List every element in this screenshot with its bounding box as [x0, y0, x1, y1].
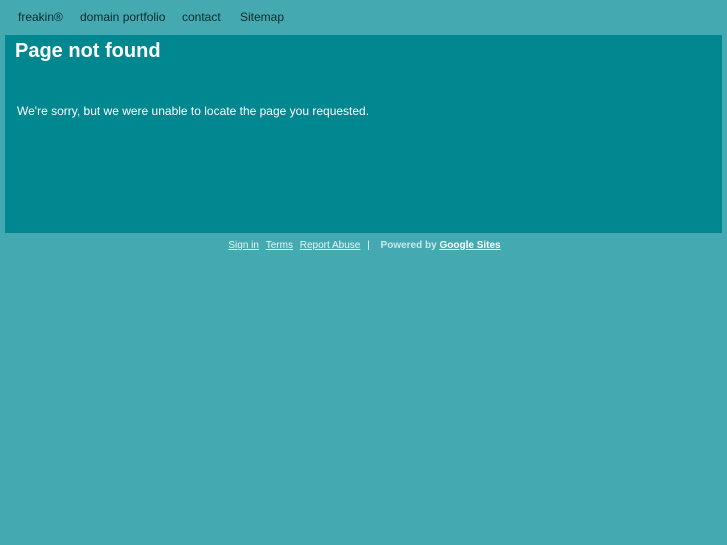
terms-link[interactable]: Terms [266, 240, 293, 251]
google-sites-link[interactable]: Google Sites [439, 240, 500, 251]
content-panel: Page not found We're sorry, but we were … [5, 35, 722, 233]
footer-separator: | [367, 240, 370, 251]
report-abuse-link[interactable]: Report Abuse [300, 240, 361, 251]
powered-by-label: Powered by [380, 240, 437, 251]
nav-item-home[interactable]: freakin® [18, 10, 63, 24]
nav-item-sitemap[interactable]: Sitemap [240, 10, 284, 24]
top-navigation: freakin® domain portfolio contact Sitema… [0, 0, 727, 35]
page-title: Page not found [15, 40, 161, 62]
nav-item-contact[interactable]: contact [182, 10, 221, 24]
sign-in-link[interactable]: Sign in [228, 240, 259, 251]
footer: Sign in Terms Report Abuse | Powered by … [0, 240, 727, 251]
nav-item-domain-portfolio[interactable]: domain portfolio [80, 10, 165, 24]
error-message: We're sorry, but we were unable to locat… [17, 104, 370, 118]
